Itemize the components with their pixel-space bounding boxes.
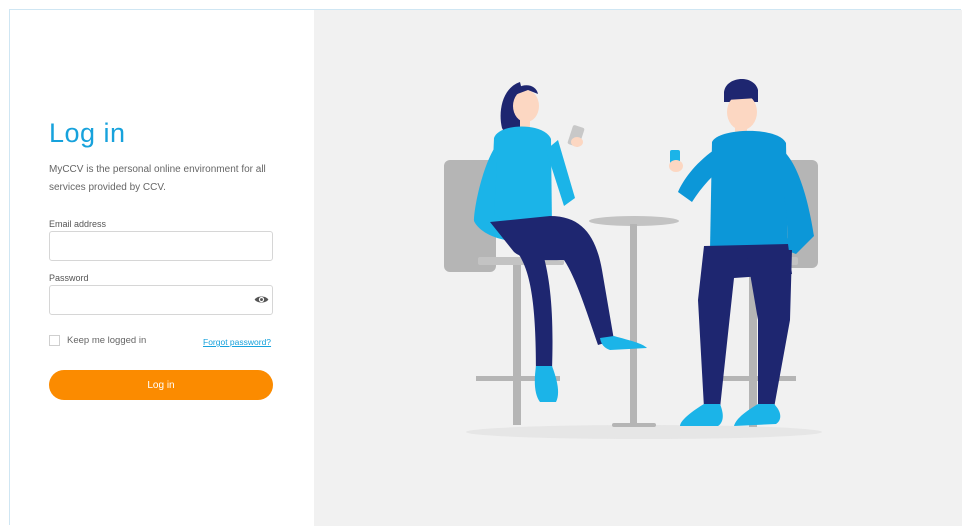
intro-text: MyCCV is the personal online environment…	[49, 164, 266, 193]
page-frame: Log in MyCCV is the personal online envi…	[9, 9, 962, 526]
keep-logged-in-label: Keep me logged in	[67, 335, 147, 346]
login-button[interactable]: Log in	[49, 370, 273, 400]
login-panel: Log in MyCCV is the personal online envi…	[10, 10, 314, 526]
email-label: Email address	[49, 219, 107, 229]
keep-logged-in-checkbox[interactable]	[49, 335, 60, 346]
forgot-password-link[interactable]: Forgot password?	[203, 337, 271, 347]
page-title: Log in	[49, 118, 126, 148]
password-label: Password	[49, 273, 89, 283]
illustration-panel	[314, 10, 962, 526]
eye-icon[interactable]	[254, 294, 269, 305]
people-at-table-illustration	[444, 78, 822, 439]
email-input[interactable]	[49, 231, 273, 261]
password-input[interactable]	[49, 285, 273, 315]
